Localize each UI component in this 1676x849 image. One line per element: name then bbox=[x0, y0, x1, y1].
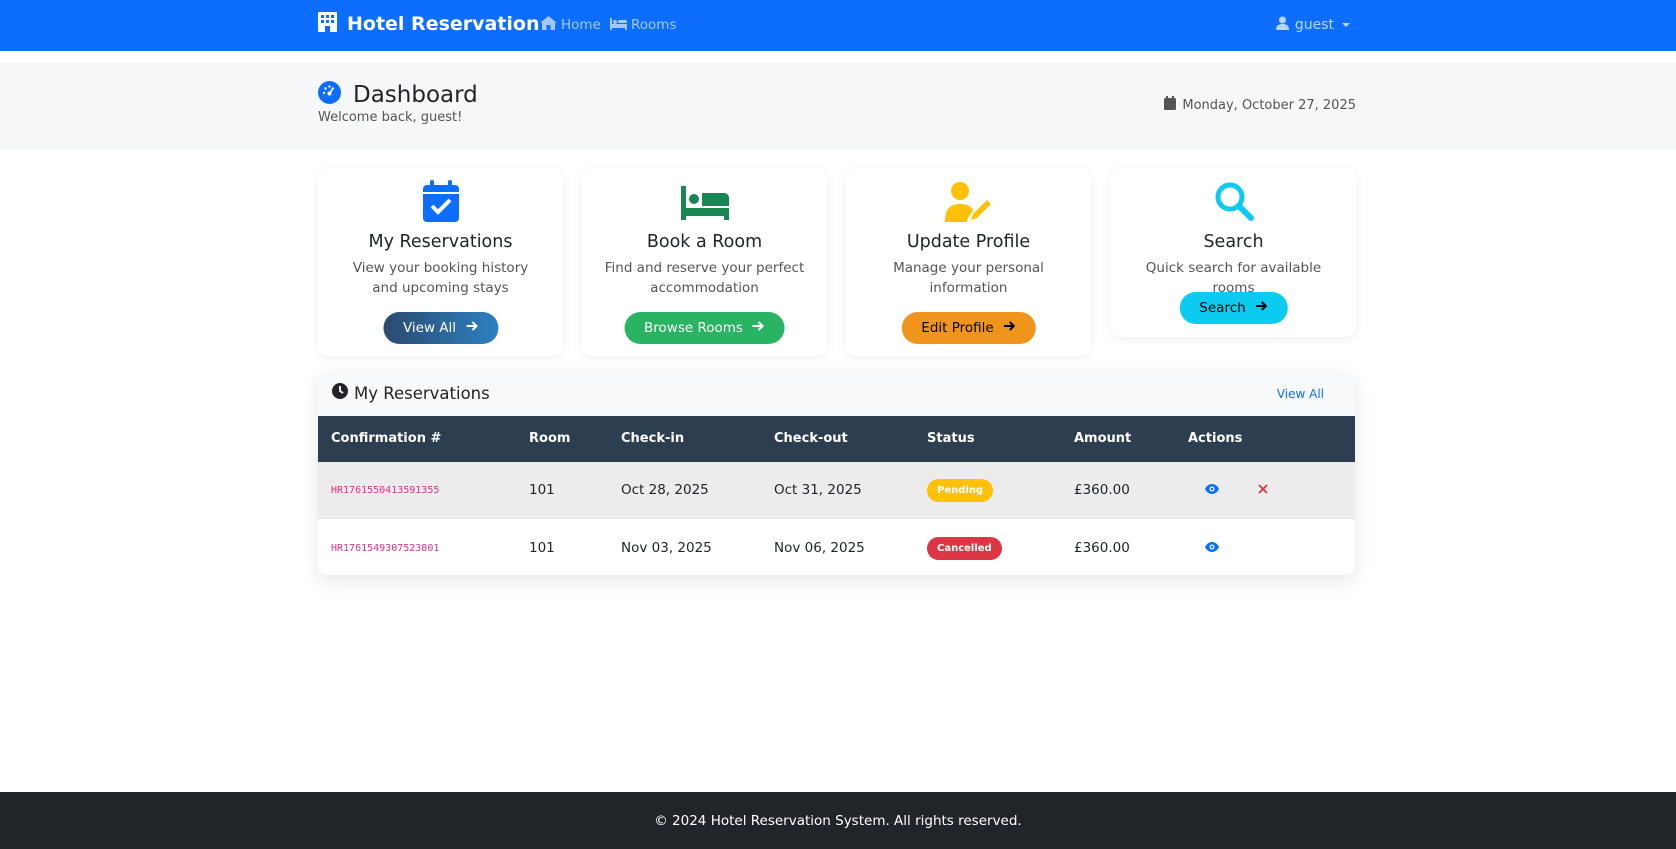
reservations-header: My Reservations View All bbox=[318, 373, 1355, 416]
card-book-room: Book a Room Find and reserve your perfec… bbox=[582, 168, 827, 356]
caret-down-icon bbox=[1342, 23, 1350, 27]
hotel-icon bbox=[318, 11, 337, 37]
dashboard-icon bbox=[318, 80, 341, 110]
eye-icon bbox=[1205, 481, 1219, 500]
table-row[interactable]: HR1761550413591355 101 Oct 28, 2025 Oct … bbox=[318, 462, 1355, 519]
calendar-icon bbox=[1164, 96, 1177, 114]
close-icon bbox=[1256, 481, 1270, 500]
card-description: View your booking history and upcoming s… bbox=[352, 260, 529, 296]
amount: £360.00 bbox=[1074, 482, 1130, 498]
column-header-actions: Actions bbox=[1188, 431, 1243, 446]
navbar: Hotel Reservation Home Rooms guest bbox=[0, 0, 1676, 51]
column-header-confirmation[interactable]: Confirmation # bbox=[331, 431, 441, 446]
footer: © 2024 Hotel Reservation System. All rig… bbox=[0, 792, 1676, 849]
card-update-profile: Update Profile Manage your personal info… bbox=[846, 168, 1091, 356]
column-header-room[interactable]: Room bbox=[529, 431, 570, 446]
home-icon bbox=[540, 16, 557, 34]
search-icon bbox=[1111, 180, 1356, 222]
card-description: Manage your personal information bbox=[893, 260, 1044, 296]
search-label: Search bbox=[1199, 300, 1246, 316]
view-all-button[interactable]: View All bbox=[382, 312, 499, 344]
nav-rooms-link[interactable]: Rooms bbox=[610, 15, 676, 35]
brand-label: Hotel Reservation bbox=[347, 13, 540, 35]
cancel-reservation-button[interactable] bbox=[1256, 483, 1270, 497]
page-title-text: Dashboard bbox=[353, 82, 478, 108]
page-title: Dashboard bbox=[318, 80, 478, 110]
date-text: Monday, October 27, 2025 bbox=[1182, 97, 1356, 113]
view-all-link[interactable]: View All bbox=[1277, 387, 1324, 401]
reservations-title: My Reservations bbox=[332, 383, 490, 403]
checkout-date: Oct 31, 2025 bbox=[774, 482, 862, 498]
current-date: Monday, October 27, 2025 bbox=[1164, 96, 1356, 114]
user-dropdown[interactable]: guest bbox=[1275, 15, 1350, 35]
arrow-right-icon bbox=[1003, 320, 1016, 336]
page-header bbox=[0, 63, 1676, 149]
column-header-status[interactable]: Status bbox=[927, 431, 975, 446]
table-header: Confirmation # Room Check-in Check-out S… bbox=[318, 416, 1355, 462]
user-name: guest bbox=[1294, 17, 1334, 33]
column-header-checkout[interactable]: Check-out bbox=[774, 431, 848, 446]
user-edit-icon bbox=[846, 180, 1091, 222]
bed-icon bbox=[582, 180, 827, 222]
user-icon bbox=[1275, 16, 1289, 34]
card-title: Update Profile bbox=[906, 232, 1031, 252]
table-row[interactable]: HR1761549307523801 101 Nov 03, 2025 Nov … bbox=[318, 520, 1355, 575]
checkin-date: Oct 28, 2025 bbox=[621, 482, 709, 498]
arrow-right-icon bbox=[752, 320, 765, 336]
card-title: My Reservations bbox=[368, 232, 513, 252]
card-title: Book a Room bbox=[646, 232, 763, 252]
navbar-inner: Hotel Reservation Home Rooms guest bbox=[318, 0, 1356, 51]
reservations-panel: My Reservations View All Confirmation # … bbox=[318, 373, 1355, 575]
edit-profile-button[interactable]: Edit Profile bbox=[901, 312, 1036, 344]
eye-icon bbox=[1205, 539, 1219, 558]
confirmation-number: HR1761549307523801 bbox=[331, 543, 440, 554]
bed-icon bbox=[610, 16, 627, 34]
welcome-text: Welcome back, guest! bbox=[318, 110, 463, 125]
reservations-title-text: My Reservations bbox=[354, 383, 490, 403]
amount: £360.00 bbox=[1074, 540, 1130, 556]
room-number: 101 bbox=[529, 540, 555, 556]
column-header-amount[interactable]: Amount bbox=[1074, 431, 1131, 446]
edit-profile-label: Edit Profile bbox=[921, 320, 994, 336]
calendar-check-icon bbox=[318, 180, 563, 222]
nav-rooms-label: Rooms bbox=[631, 17, 677, 33]
browse-rooms-button[interactable]: Browse Rooms bbox=[624, 312, 785, 344]
column-header-checkin[interactable]: Check-in bbox=[621, 431, 684, 446]
status-badge: Cancelled bbox=[927, 537, 1002, 560]
confirmation-number: HR1761550413591355 bbox=[331, 485, 440, 496]
view-reservation-button[interactable] bbox=[1205, 541, 1219, 555]
view-all-label: View All bbox=[402, 320, 457, 336]
card-description: Find and reserve your perfect accommodat… bbox=[604, 260, 805, 296]
nav-home-link[interactable]: Home bbox=[540, 15, 601, 35]
arrow-right-icon bbox=[1255, 300, 1268, 316]
card-my-reservations: My Reservations View your booking histor… bbox=[318, 168, 563, 356]
view-reservation-button[interactable] bbox=[1205, 483, 1219, 497]
status-badge: Pending bbox=[927, 479, 994, 502]
card-search: Search Quick search for available rooms … bbox=[1111, 168, 1356, 337]
search-button[interactable]: Search bbox=[1179, 292, 1288, 324]
card-title: Search bbox=[1203, 232, 1264, 252]
nav-home-label: Home bbox=[561, 17, 601, 33]
checkin-date: Nov 03, 2025 bbox=[621, 540, 712, 556]
brand-link[interactable]: Hotel Reservation bbox=[318, 11, 540, 37]
arrow-right-icon bbox=[466, 320, 478, 336]
browse-rooms-label: Browse Rooms bbox=[644, 320, 743, 336]
room-number: 101 bbox=[529, 482, 555, 498]
clock-icon bbox=[332, 383, 348, 403]
footer-text: © 2024 Hotel Reservation System. All rig… bbox=[654, 813, 1022, 829]
checkout-date: Nov 06, 2025 bbox=[774, 540, 865, 556]
